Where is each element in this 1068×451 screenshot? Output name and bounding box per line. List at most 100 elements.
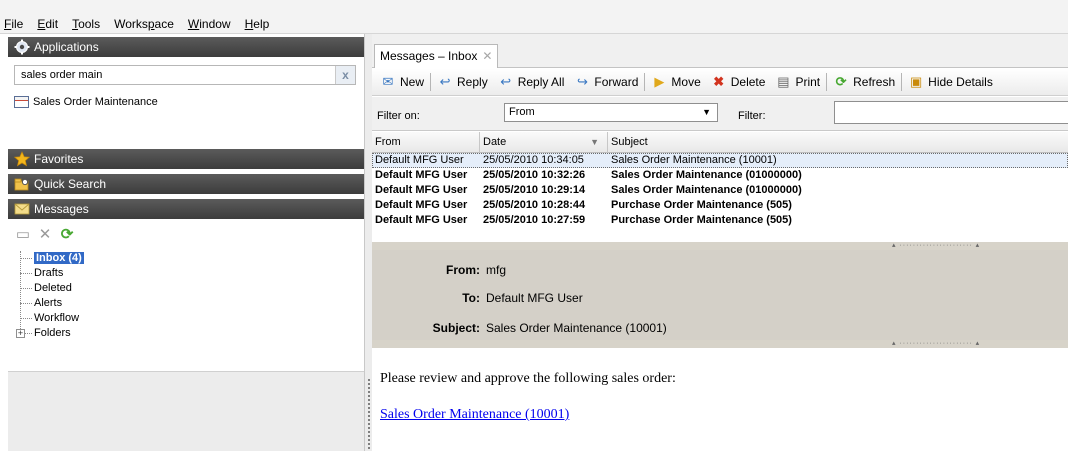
message-date: 25/05/2010 10:32:26 — [483, 169, 586, 181]
column-header-subject-label: Subject — [611, 136, 648, 148]
favorites-header[interactable]: Favorites — [8, 149, 364, 169]
delete-icon: ✖ — [713, 74, 725, 89]
message-row[interactable]: Default MFG User 25/05/2010 10:27:59 Pur… — [372, 213, 1068, 228]
tree-item-deleted[interactable]: Deleted — [14, 281, 354, 296]
messages-header-label: Messages — [34, 202, 89, 216]
resize-grip-icon: ▴ ······················ ▴ — [892, 242, 981, 249]
tree-item-folders-label: Folders — [34, 327, 71, 339]
message-row[interactable]: Default MFG User 25/05/2010 10:32:26 Sal… — [372, 168, 1068, 183]
detail-to-value: Default MFG User — [486, 291, 583, 305]
filter-on-value: From — [509, 106, 535, 118]
menu-tools[interactable]: Tools — [72, 17, 100, 31]
filter-label: Filter: — [738, 110, 766, 122]
refresh-button-label: Refresh — [853, 75, 896, 89]
applications-header-label: Applications — [34, 40, 99, 54]
toolbar-separator — [644, 73, 646, 91]
column-header-date[interactable]: Date ▼ — [480, 132, 608, 153]
menu-workspace-accel: p — [147, 17, 155, 31]
reply-all-icon: ↩ — [500, 74, 512, 89]
folder-search-icon — [14, 178, 29, 191]
message-folder-tree: Inbox (4) Drafts Deleted Alerts Workflow… — [14, 251, 354, 341]
splitter-grip[interactable] — [368, 379, 370, 449]
tree-item-folders[interactable]: + Folders — [14, 326, 354, 341]
tree-item-workflow[interactable]: Workflow — [14, 311, 354, 326]
menu-workspace[interactable]: Workspace — [114, 17, 174, 31]
quick-search-header-label: Quick Search — [34, 177, 107, 191]
message-date: 25/05/2010 10:27:59 — [483, 214, 586, 226]
reply-button[interactable]: ↩ Reply — [432, 71, 493, 93]
message-subject: Purchase Order Maintenance (505) — [611, 214, 792, 226]
applications-header[interactable]: Applications — [8, 37, 364, 57]
column-header-subject[interactable]: Subject — [608, 132, 1068, 153]
menu-tools-rest: ools — [78, 17, 101, 31]
message-from: Default MFG User — [375, 199, 468, 211]
clear-search-icon[interactable]: x — [335, 66, 355, 84]
tree-item-drafts[interactable]: Drafts — [14, 266, 354, 281]
menu-edit-rest: dit — [45, 17, 59, 31]
message-body-text: Please review and approve the following … — [380, 371, 676, 386]
message-from: Default MFG User — [375, 169, 468, 181]
toolbar-separator — [901, 73, 903, 91]
refresh-button[interactable]: ⟳ Refresh — [828, 71, 900, 93]
tree-item-deleted-label: Deleted — [34, 282, 72, 294]
message-row[interactable]: Default MFG User 25/05/2010 10:28:44 Pur… — [372, 198, 1068, 213]
filter-on-label: Filter on: — [377, 110, 420, 122]
filter-input[interactable] — [834, 101, 1068, 124]
quick-search-header[interactable]: Quick Search — [8, 174, 364, 194]
form-icon — [14, 96, 29, 108]
resize-grip-icon: ▴ ······················ ▴ — [892, 340, 981, 347]
tab-messages-inbox-label: Messages – Inbox — [380, 49, 478, 63]
print-button[interactable]: ▤ Print — [770, 71, 825, 93]
menu-items: File Edit Tools Workspace Window Help — [4, 17, 269, 31]
new-button-label: New — [400, 75, 425, 89]
tree-item-alerts[interactable]: Alerts — [14, 296, 354, 311]
message-row[interactable]: Default MFG User 25/05/2010 10:34:05 Sal… — [372, 153, 1068, 168]
resize-handle-top[interactable]: ▴ ······················ ▴ — [372, 242, 1068, 250]
close-tab-icon[interactable]: ✕ — [482, 45, 492, 67]
resize-handle-bottom[interactable]: ▴ ······················ ▴ — [372, 340, 1068, 348]
reply-all-button[interactable]: ↩ Reply All — [493, 71, 570, 93]
detail-to-label: To: — [462, 291, 480, 305]
detail-subject-label: Subject: — [432, 321, 480, 335]
message-body-link[interactable]: Sales Order Maintenance (10001) — [380, 407, 569, 423]
message-list: From Date ▼ Subject Default MFG User 25/0… — [372, 132, 1068, 242]
application-search-input[interactable]: sales order main x — [14, 65, 356, 85]
new-message-icon: ✉ — [382, 74, 394, 89]
move-folder-icon: ▶ — [654, 74, 665, 89]
toolbar-separator — [430, 73, 432, 91]
message-date: 25/05/2010 10:28:44 — [483, 199, 586, 211]
reply-all-button-label: Reply All — [517, 75, 565, 89]
tree-item-alerts-label: Alerts — [34, 297, 63, 309]
refresh-icon[interactable]: ⟳ — [58, 226, 76, 244]
reply-icon: ↩ — [439, 74, 451, 89]
sort-desc-icon: ▼ — [590, 137, 599, 147]
message-row[interactable]: Default MFG User 25/05/2010 10:29:14 Sal… — [372, 183, 1068, 198]
pane-splitter[interactable] — [364, 34, 372, 451]
expand-icon[interactable]: + — [16, 329, 25, 338]
menu-window[interactable]: Window — [188, 17, 231, 31]
hide-details-button[interactable]: ▣ Hide Details — [903, 71, 998, 93]
favorites-header-label: Favorites — [34, 152, 84, 166]
move-button[interactable]: ▶ Move — [646, 71, 705, 93]
reply-button-label: Reply — [457, 75, 488, 89]
tree-item-inbox[interactable]: Inbox (4) — [14, 251, 354, 266]
filter-on-select[interactable]: From ▼ — [504, 103, 718, 122]
new-folder-icon[interactable]: ▭ — [14, 226, 32, 244]
column-header-from[interactable]: From — [372, 132, 480, 153]
detail-subject-value: Sales Order Maintenance (10001) — [486, 321, 667, 335]
menu-file[interactable]: File — [4, 17, 23, 31]
application-search-value: sales order main — [21, 69, 103, 81]
tab-messages-inbox[interactable]: Messages – Inbox ✕ — [374, 44, 499, 68]
message-date: 25/05/2010 10:34:05 — [483, 154, 584, 166]
forward-button[interactable]: ↪ Forward — [569, 71, 643, 93]
tree-item-workflow-label: Workflow — [34, 312, 80, 324]
delete-button[interactable]: ✖ Delete — [706, 71, 771, 93]
messages-header[interactable]: Messages — [8, 199, 364, 219]
menu-help[interactable]: Help — [245, 17, 270, 31]
new-button[interactable]: ✉ New — [375, 71, 429, 93]
menu-edit[interactable]: Edit — [37, 17, 58, 31]
delete-folder-icon[interactable]: ✕ — [36, 226, 54, 244]
application-result-item[interactable]: Sales Order Maintenance — [14, 94, 158, 110]
tab-strip: Messages – Inbox ✕ — [372, 34, 1068, 68]
gear-icon — [14, 39, 30, 55]
